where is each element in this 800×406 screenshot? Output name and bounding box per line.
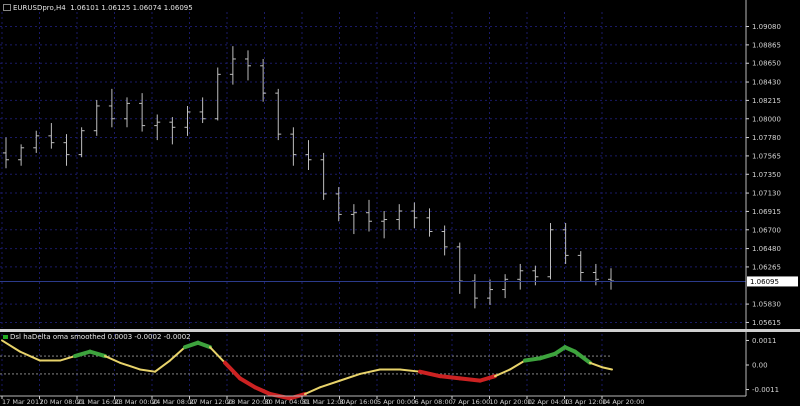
price-tick-label: 1.06700 (752, 226, 781, 234)
oscillator-segment (438, 374, 462, 381)
price-tick-label: 1.08215 (752, 97, 781, 105)
price-tick-label: 1.07565 (752, 152, 781, 160)
price-tick-label: 1.08430 (752, 79, 781, 87)
price-tick-label: 1.07130 (752, 190, 781, 198)
time-label: 5 Apr 00:00 (377, 398, 415, 406)
symbol-label: EURUSDpro,H4 (13, 4, 66, 12)
pane-separator[interactable] (0, 329, 800, 332)
price-tick-label: 1.09080 (752, 23, 781, 31)
chart-background (0, 0, 800, 406)
current-price-label: 1.06095 (750, 278, 779, 286)
chart-header: EURUSDpro,H4 1.06101 1.06125 1.06074 1.0… (3, 4, 193, 12)
indicator-header: Dsl haDelta oma smoothed 0.0003 -0.0002 … (3, 333, 191, 341)
indicator-tick-label: 0.00 (752, 362, 768, 370)
indicator-tick-label: -0.0011 (752, 386, 779, 394)
indicator-title: Dsl haDelta oma smoothed (10, 333, 106, 341)
time-label: 10 Apr 20:00 (490, 398, 532, 406)
oscillator-segment (523, 356, 542, 363)
price-tick-label: 1.08865 (752, 41, 781, 49)
price-tick-label: 1.06480 (752, 245, 781, 253)
indicator-tick-label: 0.0011 (752, 337, 777, 345)
price-tick-label: 1.05615 (752, 319, 781, 327)
time-label: 12 Apr 04:00 (527, 398, 569, 406)
price-tick-label: 1.08000 (752, 115, 781, 123)
time-label: 13 Apr 12:00 (565, 398, 607, 406)
time-label: 14 Apr 20:00 (602, 398, 644, 406)
price-tick-label: 1.08650 (752, 60, 781, 68)
indicator-values: 0.0003 -0.0002 -0.0002 (107, 333, 191, 341)
ohlc-values: 1.06101 1.06125 1.06074 1.06095 (70, 4, 193, 12)
price-tick-label: 1.07350 (752, 171, 781, 179)
time-label: 3 Apr 16:00 (340, 398, 378, 406)
time-label: 6 Apr 08:00 (415, 398, 453, 406)
chart-window-icon (3, 4, 11, 11)
price-tick-label: 1.06265 (752, 263, 781, 271)
oscillator-segment (458, 376, 482, 383)
price-tick-label: 1.07780 (752, 134, 781, 142)
time-axis[interactable]: 17 Mar 201720 Mar 08:0021 Mar 16:0023 Ma… (1, 396, 644, 406)
time-label: 7 Apr 16:00 (452, 398, 490, 406)
indicator-icon (3, 335, 8, 339)
chart-canvas[interactable]: 1.09080 1.08865 1.08650 1.08430 1.08215 1.080… (0, 0, 800, 406)
time-label: 17 Mar 2017 (2, 398, 43, 406)
price-tick-label: 1.05830 (752, 301, 781, 309)
price-tick-label: 1.06915 (752, 208, 781, 216)
